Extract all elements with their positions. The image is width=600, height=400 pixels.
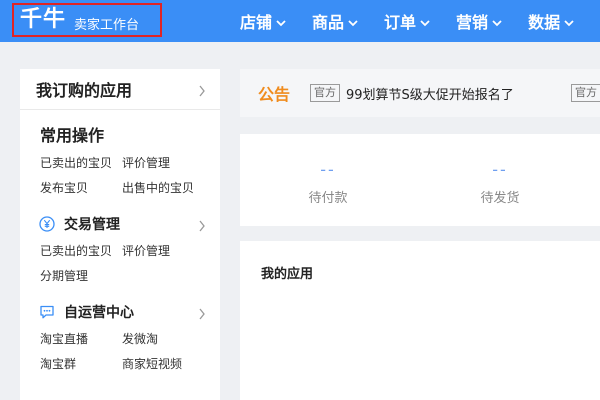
official-tag: 官方 bbox=[310, 84, 340, 102]
link-row: 已卖出的宝贝 评价管理 bbox=[20, 242, 220, 259]
group-trade-management[interactable]: 交易管理 bbox=[20, 214, 220, 234]
link-taobao-group[interactable]: 淘宝群 bbox=[40, 355, 122, 372]
link-row: 已卖出的宝贝 评价管理 bbox=[20, 154, 220, 171]
announcement-title: 公告 bbox=[258, 85, 291, 104]
nav-item-orders[interactable]: 订单 bbox=[384, 9, 430, 33]
link-row: 发布宝贝 出售中的宝贝 bbox=[20, 179, 220, 196]
link-row: 淘宝直播 发微淘 bbox=[20, 330, 220, 347]
brand-subtitle: 卖家工作台 bbox=[74, 17, 140, 33]
nav-item-data[interactable]: 数据 bbox=[528, 9, 574, 33]
chevron-down-icon bbox=[276, 12, 286, 31]
sidebar-header[interactable]: 我订购的应用 bbox=[20, 69, 220, 110]
link-installment-management[interactable]: 分期管理 bbox=[40, 267, 122, 284]
stat-pending-payment[interactable]: -- 待付款 bbox=[268, 160, 388, 206]
chevron-down-icon bbox=[420, 12, 430, 31]
nav-item-label: 营销 bbox=[456, 13, 489, 32]
yen-circle-icon bbox=[38, 215, 56, 233]
nav-item-shop[interactable]: 店铺 bbox=[240, 9, 286, 33]
link-items-on-sale[interactable]: 出售中的宝贝 bbox=[122, 179, 204, 196]
stat-value: -- bbox=[320, 160, 336, 179]
group-title: 交易管理 bbox=[64, 217, 120, 233]
group-title: 自运营中心 bbox=[64, 305, 134, 321]
stat-value: -- bbox=[492, 160, 508, 179]
chevron-right-icon bbox=[198, 82, 206, 101]
nav-item-label: 订单 bbox=[384, 13, 417, 32]
my-apps-title: 我的应用 bbox=[261, 267, 314, 282]
chevron-down-icon bbox=[492, 12, 502, 31]
link-merchant-short-video[interactable]: 商家短视频 bbox=[122, 355, 204, 372]
chevron-down-icon bbox=[564, 12, 574, 31]
link-sold-items[interactable]: 已卖出的宝贝 bbox=[40, 242, 122, 259]
announcement-link[interactable]: 99划算节S级大促开始报名了 bbox=[346, 84, 514, 103]
common-actions-title: 常用操作 bbox=[40, 126, 105, 145]
chevron-right-icon bbox=[198, 217, 206, 236]
order-stats-panel: -- 待付款 -- 待发货 bbox=[240, 134, 600, 226]
link-row: 淘宝群 商家短视频 bbox=[20, 355, 220, 372]
nav-item-label: 数据 bbox=[528, 13, 561, 32]
nav-item-products[interactable]: 商品 bbox=[312, 9, 358, 33]
link-row: 分期管理 bbox=[20, 267, 220, 284]
link-taobao-live[interactable]: 淘宝直播 bbox=[40, 330, 122, 347]
link-sold-items[interactable]: 已卖出的宝贝 bbox=[40, 154, 122, 171]
link-review-management[interactable]: 评价管理 bbox=[122, 154, 204, 171]
nav-item-marketing[interactable]: 营销 bbox=[456, 9, 502, 33]
sidebar: 我订购的应用 常用操作 已卖出的宝贝 评价管理 发布宝贝 出售中的宝贝 交易管理… bbox=[20, 69, 220, 400]
top-navbar: 千牛 卖家工作台 店铺 商品 订单 营销 数据 bbox=[0, 0, 600, 42]
sidebar-title: 我订购的应用 bbox=[36, 81, 133, 100]
main-nav: 店铺 商品 订单 营销 数据 bbox=[240, 0, 600, 42]
link-review-management[interactable]: 评价管理 bbox=[122, 242, 204, 259]
my-apps-panel: 我的应用 bbox=[240, 241, 600, 400]
stat-label: 待发货 bbox=[480, 191, 520, 206]
link-post-weitao[interactable]: 发微淘 bbox=[122, 330, 204, 347]
official-tag: 官方 bbox=[571, 84, 600, 102]
brand-logo[interactable]: 千牛 卖家工作台 bbox=[12, 3, 162, 37]
group-self-operation-center[interactable]: 自运营中心 bbox=[20, 302, 220, 322]
nav-item-label: 商品 bbox=[312, 13, 345, 32]
stat-label: 待付款 bbox=[308, 191, 348, 206]
chevron-down-icon bbox=[348, 12, 358, 31]
chat-bubble-icon bbox=[38, 303, 56, 321]
chevron-right-icon bbox=[198, 305, 206, 324]
link-publish-item[interactable]: 发布宝贝 bbox=[40, 179, 122, 196]
stat-pending-shipment[interactable]: -- 待发货 bbox=[440, 160, 560, 206]
brand-logo-text: 千牛 bbox=[20, 7, 67, 32]
announcement-bar: 公告 官方 99划算节S级大促开始报名了 官方 bbox=[240, 69, 600, 117]
nav-item-label: 店铺 bbox=[240, 13, 273, 32]
